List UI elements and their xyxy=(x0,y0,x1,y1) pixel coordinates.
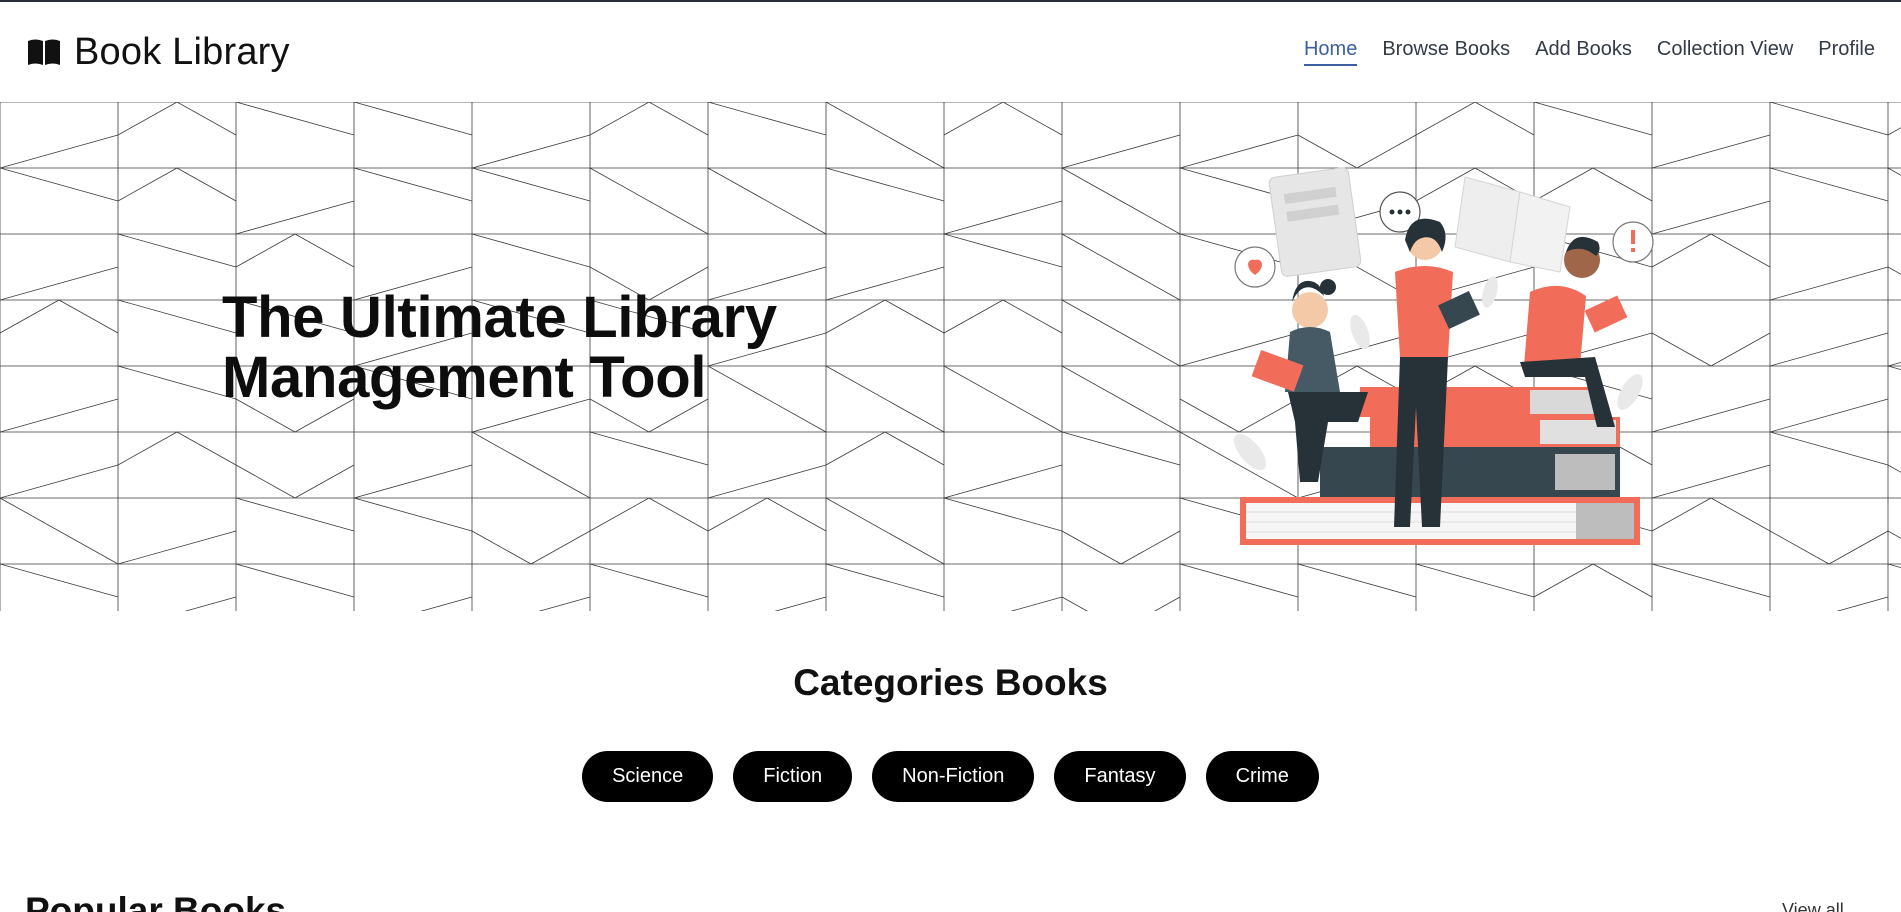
main-nav: Home Browse Books Add Books Collection V… xyxy=(1303,38,1875,66)
category-science-button[interactable]: Science xyxy=(582,751,714,802)
heart-bubble-icon xyxy=(1234,246,1276,288)
popular-books-title: Popular Books xyxy=(25,890,287,912)
category-list: Science Fiction Non-Fiction Fantasy Crim… xyxy=(0,751,1901,802)
brand-name: Book Library xyxy=(74,30,290,73)
category-fiction-button[interactable]: Fiction xyxy=(733,751,853,802)
nav-collection-view[interactable]: Collection View xyxy=(1657,38,1793,66)
view-all-link[interactable]: View all xyxy=(1782,900,1844,912)
brand[interactable]: Book Library xyxy=(26,31,290,74)
category-non-fiction-button[interactable]: Non-Fiction xyxy=(872,751,1035,802)
category-crime-button[interactable]: Crime xyxy=(1205,751,1319,802)
nav-add-books[interactable]: Add Books xyxy=(1535,38,1632,66)
nav-home[interactable]: Home xyxy=(1303,38,1358,66)
nav-browse-books[interactable]: Browse Books xyxy=(1382,38,1510,66)
floating-open-book-icon xyxy=(1454,176,1571,273)
hero-banner: The Ultimate Library Management Tool xyxy=(0,102,1901,611)
open-book-icon xyxy=(28,39,60,65)
category-fantasy-button[interactable]: Fantasy xyxy=(1054,751,1186,802)
nav-profile[interactable]: Profile xyxy=(1818,38,1875,66)
people-reading-illustration xyxy=(1233,167,1654,545)
hero-title: The Ultimate Library Management Tool xyxy=(222,288,777,408)
categories-title: Categories Books xyxy=(793,662,1108,703)
navbar: Book Library Home Browse Books Add Books… xyxy=(0,2,1901,102)
floating-tablet-icon xyxy=(1268,167,1362,277)
exclamation-bubble-icon xyxy=(1612,221,1654,263)
hero-title-line-1: The Ultimate Library xyxy=(222,285,777,350)
hero-title-line-2: Management Tool xyxy=(222,345,707,410)
